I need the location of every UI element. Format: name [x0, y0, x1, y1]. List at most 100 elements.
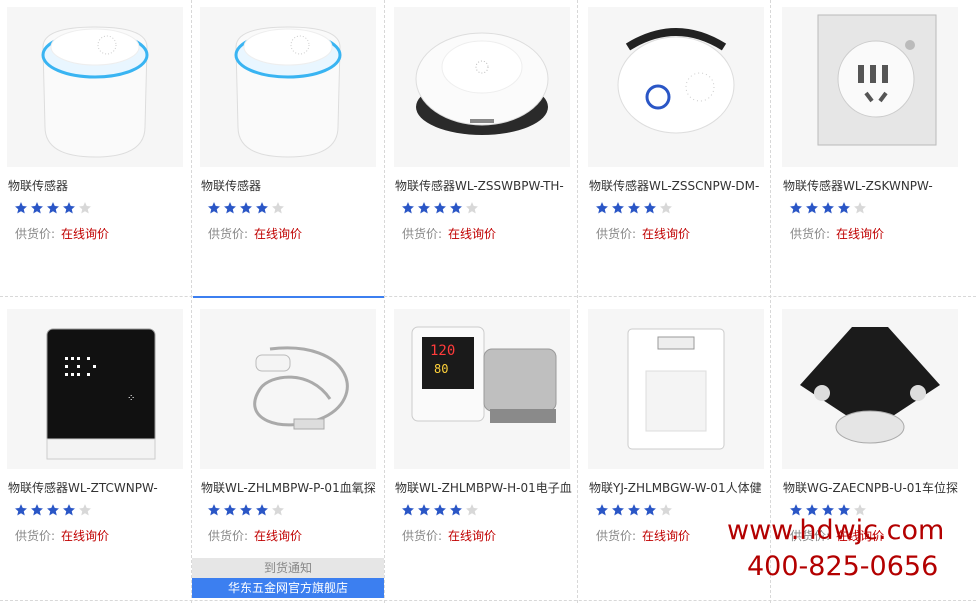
- star-icon: [45, 200, 61, 218]
- star-rating: [206, 502, 286, 520]
- star-rating: [594, 200, 674, 218]
- svg-text:⁘: ⁘: [127, 393, 135, 404]
- product-card[interactable]: ⁘ 物联传感器WL-ZTCWNPW- 供货价: 在线询价: [0, 302, 192, 594]
- product-name-link[interactable]: 物联传感器: [8, 177, 190, 194]
- price-label: 供货价:: [15, 529, 56, 543]
- star-icon: [788, 200, 804, 218]
- product-image[interactable]: [588, 7, 764, 167]
- star-icon: [400, 502, 416, 520]
- star-icon: [658, 502, 674, 520]
- online-inquiry-link[interactable]: 在线询价: [448, 227, 496, 241]
- product-card[interactable]: 120 80 物联WL-ZHLMBPW-H-01电子血供货价: 在线询价: [387, 302, 579, 594]
- grid-divider: [0, 296, 976, 297]
- star-icon: [13, 502, 29, 520]
- product-name-link[interactable]: 物联WL-ZHLMBPW-P-01血氧探: [201, 479, 383, 496]
- star-icon: [416, 200, 432, 218]
- product-name-link[interactable]: 物联传感器WL-ZSKWNPW-: [783, 177, 965, 194]
- star-icon: [13, 200, 29, 218]
- product-name-link[interactable]: 物联传感器WL-ZSSCNPW-DM-: [589, 177, 771, 194]
- product-card[interactable]: 物联传感器WL-ZSKWNPW- 供货价: 在线询价: [775, 0, 967, 292]
- price-label: 供货价:: [402, 529, 443, 543]
- star-icon: [29, 200, 45, 218]
- star-icon: [61, 502, 77, 520]
- product-image[interactable]: [7, 7, 183, 167]
- price-row: 供货价: 在线询价: [15, 527, 109, 544]
- star-rating: [594, 502, 674, 520]
- price-label: 供货价:: [596, 227, 637, 241]
- product-card[interactable]: 物联传感器供货价: 在线询价: [0, 0, 192, 292]
- price-row: 供货价: 在线询价: [208, 527, 302, 544]
- product-card[interactable]: 物联传感器供货价: 在线询价: [193, 0, 385, 292]
- watermark-url: www.hdwjc.com: [727, 515, 945, 546]
- star-icon: [448, 200, 464, 218]
- price-row: 供货价: 在线询价: [402, 527, 496, 544]
- product-image[interactable]: ⁘: [7, 309, 183, 469]
- product-name-link[interactable]: 物联WL-ZHLMBPW-H-01电子血: [395, 479, 577, 496]
- price-row: 供货价: 在线询价: [208, 225, 302, 242]
- online-inquiry-link[interactable]: 在线询价: [254, 529, 302, 543]
- star-icon: [29, 502, 45, 520]
- price-label: 供货价:: [15, 227, 56, 241]
- price-label: 供货价:: [208, 529, 249, 543]
- arrival-notice-button[interactable]: 到货通知: [192, 558, 384, 578]
- price-row: 供货价: 在线询价: [790, 225, 884, 242]
- product-card[interactable]: 物联YJ-ZHLMBGW-W-01人体健供货价: 在线询价: [581, 302, 773, 594]
- star-icon: [836, 200, 852, 218]
- product-image[interactable]: [200, 7, 376, 167]
- product-card[interactable]: 物联传感器WL-ZSSCNPW-DM- 供货价: 在线询价: [581, 0, 773, 292]
- star-icon: [416, 502, 432, 520]
- star-icon: [400, 200, 416, 218]
- star-icon: [464, 502, 480, 520]
- store-link-button[interactable]: 华东五金网官方旗舰店: [192, 578, 384, 598]
- star-rating: [400, 200, 480, 218]
- online-inquiry-link[interactable]: 在线询价: [61, 227, 109, 241]
- online-inquiry-link[interactable]: 在线询价: [448, 529, 496, 543]
- star-icon: [642, 502, 658, 520]
- star-rating: [788, 200, 868, 218]
- product-image[interactable]: [588, 309, 764, 469]
- product-image[interactable]: [200, 309, 376, 469]
- online-inquiry-link[interactable]: 在线询价: [254, 227, 302, 241]
- grid-divider: [0, 600, 976, 601]
- product-card[interactable]: 物联WL-ZHLMBPW-P-01血氧探供货价: 在线询价: [193, 302, 385, 594]
- star-icon: [658, 200, 674, 218]
- product-name-link[interactable]: 物联WG-ZAECNPB-U-01车位探: [783, 479, 965, 496]
- product-name-link[interactable]: 物联传感器: [201, 177, 383, 194]
- product-name-link[interactable]: 物联YJ-ZHLMBGW-W-01人体健: [589, 479, 771, 496]
- product-image[interactable]: [782, 7, 958, 167]
- online-inquiry-link[interactable]: 在线询价: [642, 529, 690, 543]
- star-icon: [594, 200, 610, 218]
- star-icon: [820, 200, 836, 218]
- star-icon: [852, 200, 868, 218]
- star-icon: [222, 502, 238, 520]
- price-label: 供货价:: [596, 529, 637, 543]
- online-inquiry-link[interactable]: 在线询价: [61, 529, 109, 543]
- product-image[interactable]: [394, 7, 570, 167]
- star-icon: [270, 502, 286, 520]
- star-icon: [270, 200, 286, 218]
- star-icon: [238, 502, 254, 520]
- product-name-link[interactable]: 物联传感器WL-ZTCWNPW-: [8, 479, 190, 496]
- star-icon: [61, 200, 77, 218]
- star-icon: [594, 502, 610, 520]
- star-icon: [206, 200, 222, 218]
- star-rating: [13, 502, 93, 520]
- product-image[interactable]: 120 80: [394, 309, 570, 469]
- star-icon: [626, 502, 642, 520]
- online-inquiry-link[interactable]: 在线询价: [836, 227, 884, 241]
- price-row: 供货价: 在线询价: [596, 225, 690, 242]
- product-image[interactable]: [782, 309, 958, 469]
- star-icon: [77, 502, 93, 520]
- online-inquiry-link[interactable]: 在线询价: [642, 227, 690, 241]
- star-icon: [610, 502, 626, 520]
- product-name-link[interactable]: 物联传感器WL-ZSSWBPW-TH-: [395, 177, 577, 194]
- star-icon: [804, 200, 820, 218]
- star-icon: [222, 200, 238, 218]
- hover-highlight-bar: [193, 296, 384, 298]
- star-icon: [642, 200, 658, 218]
- star-icon: [464, 200, 480, 218]
- star-icon: [432, 200, 448, 218]
- star-icon: [77, 200, 93, 218]
- product-card[interactable]: 物联传感器WL-ZSSWBPW-TH- 供货价: 在线询价: [387, 0, 579, 292]
- price-label: 供货价:: [402, 227, 443, 241]
